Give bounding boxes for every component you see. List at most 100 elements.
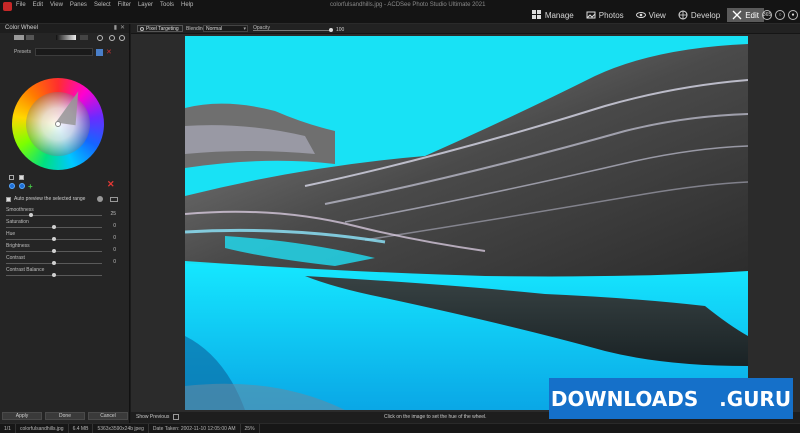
slider-thumb[interactable] bbox=[52, 249, 56, 253]
apply-button[interactable]: Apply bbox=[2, 412, 42, 420]
saturation-slider[interactable]: Saturation 0 bbox=[6, 219, 116, 231]
slider-thumb[interactable] bbox=[52, 261, 56, 265]
contrast-value[interactable]: 0 bbox=[113, 259, 116, 265]
edited-photo[interactable] bbox=[185, 36, 748, 410]
menu-view[interactable]: View bbox=[50, 2, 63, 8]
help-icon[interactable] bbox=[119, 35, 125, 41]
status-zoom: 25% bbox=[241, 424, 260, 433]
panel-header: Color Wheel ▮ ✕ bbox=[0, 24, 129, 33]
mode-view-button[interactable]: View bbox=[631, 8, 671, 22]
close-icon[interactable]: ✕ bbox=[120, 24, 125, 31]
gradient-swatch-2[interactable] bbox=[80, 35, 88, 40]
remove-range-icon[interactable]: ✕ bbox=[107, 179, 115, 190]
status-bar: 1/1 colorfulsandhills.jpg 6.4 MB 5363x35… bbox=[0, 423, 800, 433]
settings-icon[interactable] bbox=[109, 35, 115, 41]
mode-develop-label: Develop bbox=[690, 10, 721, 20]
menu-tools[interactable]: Tools bbox=[160, 2, 174, 8]
mode-develop-button[interactable]: Develop bbox=[673, 8, 725, 22]
brightness-value[interactable]: 0 bbox=[113, 247, 116, 253]
hint-text: Click on the image to set the hue of the… bbox=[384, 414, 487, 420]
done-button[interactable]: Done bbox=[45, 412, 85, 420]
show-previous-button[interactable]: Show Previous bbox=[136, 414, 169, 420]
target-icon bbox=[140, 27, 144, 31]
slider-thumb[interactable] bbox=[29, 213, 33, 217]
menu-filter[interactable]: Filter bbox=[118, 2, 131, 8]
develop-icon bbox=[678, 10, 688, 20]
tab-wheel-mode[interactable] bbox=[14, 35, 24, 40]
slider-thumb[interactable] bbox=[52, 273, 56, 277]
auto-preview-checkbox[interactable] bbox=[6, 197, 11, 202]
cancel-button[interactable]: Cancel bbox=[88, 412, 128, 420]
saturation-value[interactable]: 0 bbox=[113, 223, 116, 229]
mode-manage-button[interactable]: Manage bbox=[527, 8, 579, 22]
blending-value: Normal bbox=[206, 26, 223, 32]
watermark-logo: DOWNLOADS .GURU bbox=[549, 378, 793, 419]
eyedropper-icon[interactable] bbox=[97, 196, 103, 202]
menu-file[interactable]: File bbox=[16, 2, 26, 8]
preview-icons bbox=[97, 196, 121, 203]
brightness-slider[interactable]: Brightness 0 bbox=[6, 243, 116, 255]
mode-manage-label: Manage bbox=[544, 10, 574, 20]
presets-dropdown[interactable] bbox=[35, 48, 93, 56]
contrast-balance-label: Contrast Balance bbox=[6, 267, 45, 273]
opacity-slider-track[interactable] bbox=[253, 30, 331, 31]
fit-to-screen-icon[interactable] bbox=[173, 414, 179, 420]
smoothness-value[interactable]: 25 bbox=[110, 211, 116, 217]
color-wheel-panel: Color Wheel ▮ ✕ Presets ✕ + ✕ Auto previ… bbox=[0, 24, 130, 423]
contrast-slider[interactable]: Contrast 0 bbox=[6, 255, 116, 267]
watermark-text: DOWNLOADS .GURU bbox=[550, 386, 792, 411]
contrast-balance-slider[interactable]: Contrast Balance bbox=[6, 267, 116, 279]
tab-wheel-mode-2[interactable] bbox=[26, 35, 34, 40]
panel-toolbar bbox=[0, 33, 130, 43]
title-bar: File Edit View Panes Select Filter Layer… bbox=[0, 0, 800, 24]
status-size: 6.4 MB bbox=[69, 424, 94, 433]
saturation-label: Saturation bbox=[6, 219, 29, 225]
presets-row: Presets ✕ bbox=[5, 48, 124, 57]
range-dot-2[interactable] bbox=[19, 183, 25, 189]
pixel-targeting-button[interactable]: Pixel Targeting bbox=[137, 25, 183, 32]
status-date-taken: Date Taken: 2002-11-10 12:05:00 AM bbox=[149, 424, 241, 433]
wheel-center-handle[interactable] bbox=[55, 121, 61, 127]
save-preset-icon[interactable] bbox=[96, 49, 103, 56]
slider-thumb[interactable] bbox=[52, 237, 56, 241]
menu-panes[interactable]: Panes bbox=[70, 2, 87, 8]
photo-image bbox=[185, 36, 748, 410]
app-icon bbox=[3, 2, 12, 11]
delete-preset-icon[interactable]: ✕ bbox=[106, 48, 113, 56]
presets-label: Presets bbox=[14, 49, 31, 55]
slider-thumb[interactable] bbox=[52, 225, 56, 229]
panel-buttons: Apply Done Cancel bbox=[2, 412, 128, 420]
brightness-label: Brightness bbox=[6, 243, 30, 249]
slider-track[interactable] bbox=[6, 215, 102, 216]
opacity-slider-thumb[interactable] bbox=[329, 28, 333, 32]
mode-photos-label: Photos bbox=[598, 10, 624, 20]
add-range-icon[interactable]: + bbox=[28, 182, 33, 191]
hue-slider[interactable]: Hue 0 bbox=[6, 231, 116, 243]
range-dot-1[interactable] bbox=[9, 183, 15, 189]
blending-dropdown[interactable]: Normal ▾ bbox=[203, 25, 248, 32]
acdsee-365-icon[interactable]: 365 bbox=[762, 10, 772, 20]
mode-checkbox-1[interactable] bbox=[9, 175, 14, 180]
gradient-swatch[interactable] bbox=[56, 35, 76, 40]
mode-photos-button[interactable]: Photos bbox=[581, 8, 629, 22]
menu-help[interactable]: Help bbox=[181, 2, 193, 8]
smoothness-slider[interactable]: Smoothness 25 bbox=[6, 207, 116, 219]
reset-icon[interactable] bbox=[97, 35, 103, 41]
menu-select[interactable]: Select bbox=[94, 2, 111, 8]
status-filename: colorfulsandhills.jpg bbox=[16, 424, 69, 433]
opacity-value[interactable]: 100 bbox=[336, 27, 344, 33]
menu-layer[interactable]: Layer bbox=[138, 2, 153, 8]
menu-edit[interactable]: Edit bbox=[33, 2, 43, 8]
hue-value[interactable]: 0 bbox=[113, 235, 116, 241]
mask-preview-icon[interactable] bbox=[110, 197, 118, 202]
top-right-icons: 365 ○ ● bbox=[762, 10, 798, 20]
options-icon[interactable]: ● bbox=[788, 10, 798, 20]
pin-icon[interactable]: ▮ bbox=[114, 24, 117, 31]
mode-checkbox-2[interactable] bbox=[19, 175, 24, 180]
hue-ring[interactable] bbox=[12, 78, 104, 170]
auto-preview-label: Auto preview the selected range bbox=[14, 196, 86, 202]
status-index: 1/1 bbox=[0, 424, 16, 433]
color-wheel[interactable] bbox=[12, 78, 104, 170]
mode-edit-button[interactable]: Edit bbox=[727, 8, 764, 22]
dashboard-icon[interactable]: ○ bbox=[775, 10, 785, 20]
